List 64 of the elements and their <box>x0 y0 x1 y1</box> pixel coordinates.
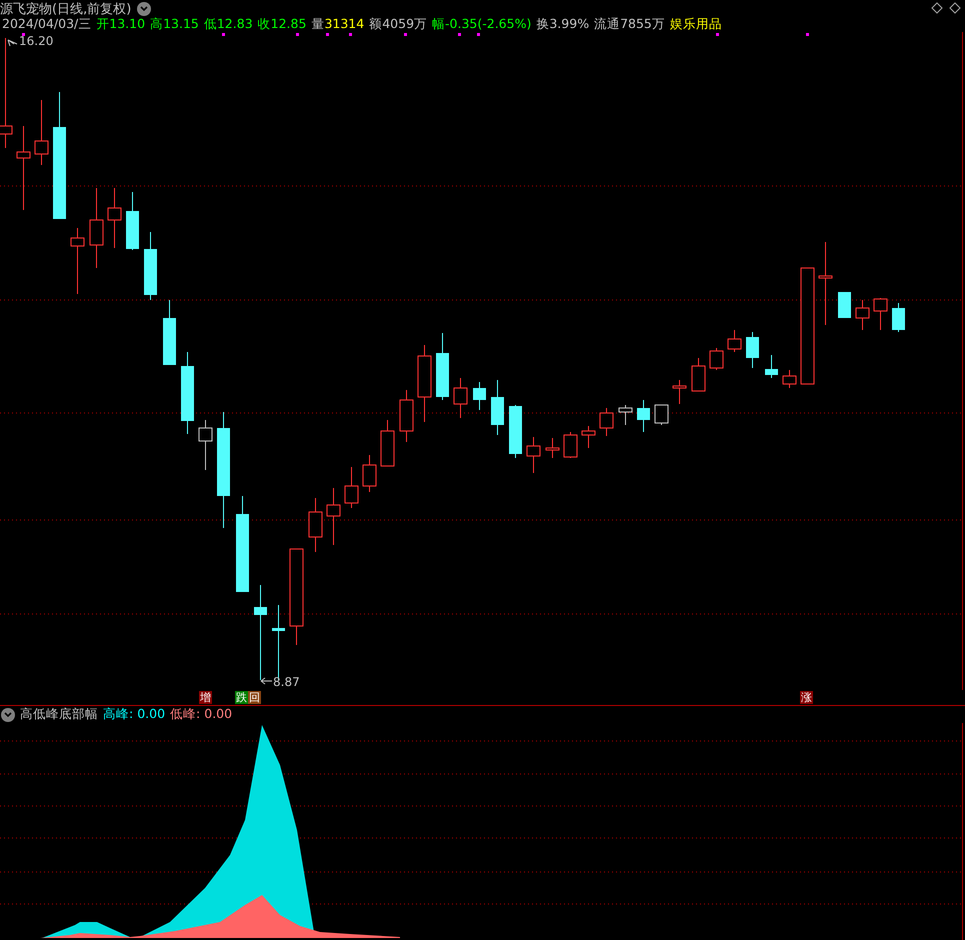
candlestick <box>454 378 468 418</box>
candlestick <box>198 420 212 470</box>
diamond-icon[interactable] <box>931 2 943 14</box>
candlestick <box>654 404 668 426</box>
candlestick <box>144 232 157 300</box>
quote-field: 2024/04/03/三 <box>2 16 92 33</box>
candlestick <box>126 192 139 250</box>
candlestick <box>509 404 522 458</box>
price-label: 16.20 <box>19 34 54 48</box>
candlestick <box>710 348 724 370</box>
diamond-icon[interactable] <box>949 2 961 14</box>
quote-field: 幅-0.35(-2.65%) <box>432 16 532 33</box>
quote-field: 娱乐用品 <box>670 16 722 33</box>
indicator-value: 高峰: 0.00 <box>103 706 166 723</box>
candlestick <box>637 400 650 432</box>
dropdown-icon[interactable] <box>1 708 15 722</box>
quote-field: 量31314 <box>311 16 364 33</box>
candlestick <box>526 436 540 474</box>
signal-tag: 涨 <box>800 691 813 704</box>
signal-tag: 回 <box>248 691 261 704</box>
candlestick <box>436 332 449 400</box>
candlestick <box>672 380 686 404</box>
candlestick <box>326 488 340 546</box>
candlestick <box>765 354 778 378</box>
candlestick <box>362 454 376 492</box>
candlestick <box>874 298 888 330</box>
quote-field: 额4059万 <box>369 16 428 33</box>
candlestick <box>892 302 905 332</box>
arrow-icon <box>8 40 18 46</box>
candlestick <box>163 300 176 366</box>
candlestick <box>618 404 632 426</box>
candlestick <box>856 300 870 330</box>
candlestick <box>692 358 706 392</box>
candlestick <box>344 466 358 508</box>
candlestick <box>600 408 614 436</box>
candlestick <box>473 382 486 410</box>
candlestick <box>838 292 851 318</box>
quote-field: 流通7855万 <box>594 16 665 33</box>
window-title: 源飞宠物(日线,前复权) <box>0 0 132 18</box>
arrow-icon <box>260 678 272 684</box>
quote-field: 低12.83 <box>204 16 253 33</box>
signal-tag: 跌 <box>235 691 248 704</box>
candlestick <box>308 498 322 552</box>
quote-field: 换3.99% <box>536 16 590 33</box>
candlestick <box>491 380 504 436</box>
candlestick <box>34 100 48 166</box>
candlestick <box>400 390 414 442</box>
candlestick <box>70 228 84 294</box>
price-label: 8.87 <box>273 675 300 689</box>
candlestick <box>782 370 796 388</box>
candlestick <box>582 426 596 448</box>
candlestick <box>746 332 759 368</box>
candlestick <box>108 188 122 248</box>
quote-field: 收12.85 <box>258 16 306 33</box>
candlestick <box>564 432 578 458</box>
candlestick <box>728 330 742 352</box>
dropdown-icon[interactable] <box>137 2 152 16</box>
candlestick <box>380 420 394 466</box>
indicator-value: 低峰: 0.00 <box>170 706 232 723</box>
quote-field: 开13.10 <box>96 16 146 33</box>
signal-tag: 增 <box>199 691 212 704</box>
indicator-title: 高低峰底部幅 <box>20 706 98 723</box>
quote-field: 高13.15 <box>150 16 199 33</box>
candlestick <box>546 438 560 458</box>
